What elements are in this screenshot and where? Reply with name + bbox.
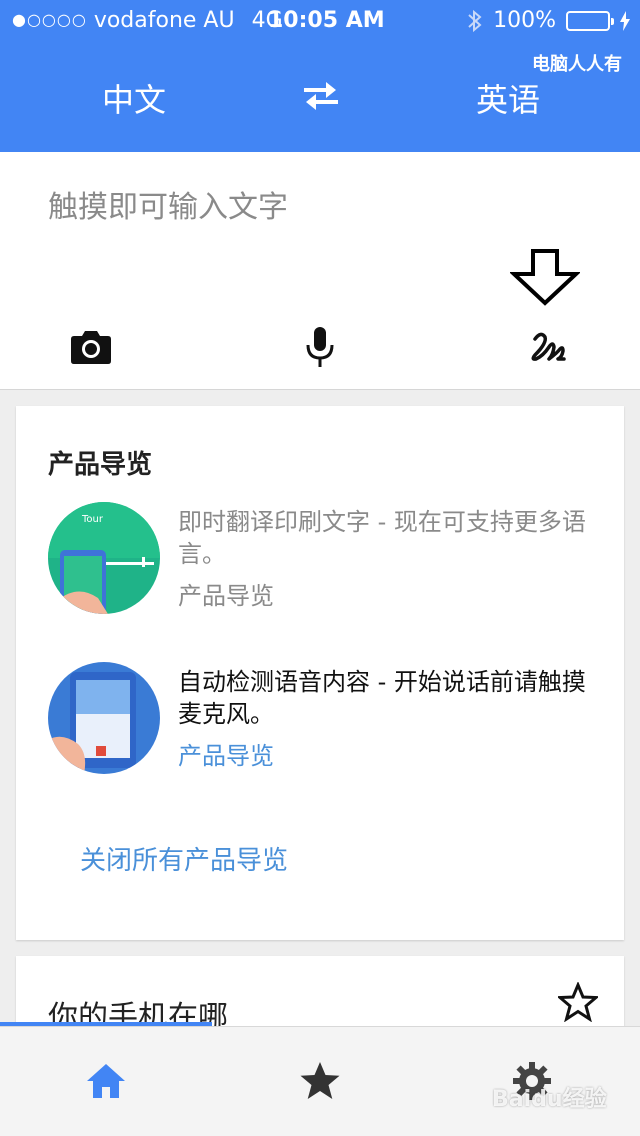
home-icon[interactable] bbox=[84, 1059, 128, 1103]
status-bar: ●○○○○ vodafone AU 4G 10:05 AM 100% bbox=[0, 0, 640, 40]
camera-icon bbox=[71, 331, 111, 364]
handwriting-button[interactable] bbox=[522, 322, 572, 372]
voice-translate-thumbnail bbox=[48, 662, 160, 774]
tour-item[interactable]: Tour 即时翻译印刷文字 - 现在可支持更多语言。 产品导览 bbox=[48, 502, 608, 622]
annotation-arrow-icon bbox=[510, 249, 580, 306]
swap-icon[interactable] bbox=[300, 78, 342, 114]
language-bar: 中文 英语 电脑人人有 bbox=[0, 40, 640, 152]
bottom-navigation: Baidu经验 bbox=[0, 1026, 640, 1136]
tour-item-text: 即时翻译印刷文字 - 现在可支持更多语言。 bbox=[178, 508, 586, 568]
status-right: 100% bbox=[467, 8, 630, 33]
battery-percent: 100% bbox=[493, 8, 556, 33]
handwriting-icon bbox=[531, 332, 566, 361]
star-icon[interactable] bbox=[298, 1059, 342, 1103]
svg-text:Tour: Tour bbox=[81, 514, 104, 525]
tour-card-title: 产品导览 bbox=[48, 450, 153, 480]
tour-item-text: 自动检测语音内容 - 开始说话前请触摸麦克风。 bbox=[178, 668, 586, 728]
source-language-button[interactable]: 中文 bbox=[102, 75, 166, 121]
baidu-watermark: Baidu经验 bbox=[492, 1087, 607, 1112]
text-input-area[interactable]: 触摸即可输入文字 bbox=[0, 152, 640, 390]
voice-input-button[interactable] bbox=[295, 322, 345, 372]
signal-strength: ●○○○○ bbox=[12, 10, 87, 29]
camera-translate-thumbnail: Tour bbox=[48, 502, 160, 614]
watermark-text: 电脑人人有 bbox=[532, 54, 622, 75]
bluetooth-icon bbox=[468, 9, 482, 32]
target-language-button[interactable]: 英语 bbox=[476, 75, 540, 121]
camera-button[interactable] bbox=[66, 322, 116, 372]
star-outline-icon[interactable] bbox=[558, 982, 598, 1022]
status-left: ●○○○○ vodafone AU 4G bbox=[12, 8, 283, 33]
input-placeholder[interactable]: 触摸即可输入文字 bbox=[48, 182, 288, 226]
tour-item-link[interactable]: 产品导览 bbox=[178, 576, 274, 611]
status-time: 10:05 AM bbox=[268, 8, 385, 33]
charging-icon bbox=[620, 10, 630, 31]
product-tour-card: 产品导览 Tour 即时翻译印刷文字 - 现在可支持更多语言。 产品导览 自动检… bbox=[16, 406, 624, 940]
close-all-tours-button[interactable]: 关闭所有产品导览 bbox=[80, 840, 288, 877]
tour-item-link[interactable]: 产品导览 bbox=[178, 736, 274, 771]
tour-item[interactable]: 自动检测语音内容 - 开始说话前请触摸麦克风。 产品导览 bbox=[48, 662, 608, 782]
battery-icon bbox=[566, 10, 614, 31]
mic-icon bbox=[306, 327, 334, 367]
carrier-name: vodafone AU bbox=[93, 8, 235, 33]
